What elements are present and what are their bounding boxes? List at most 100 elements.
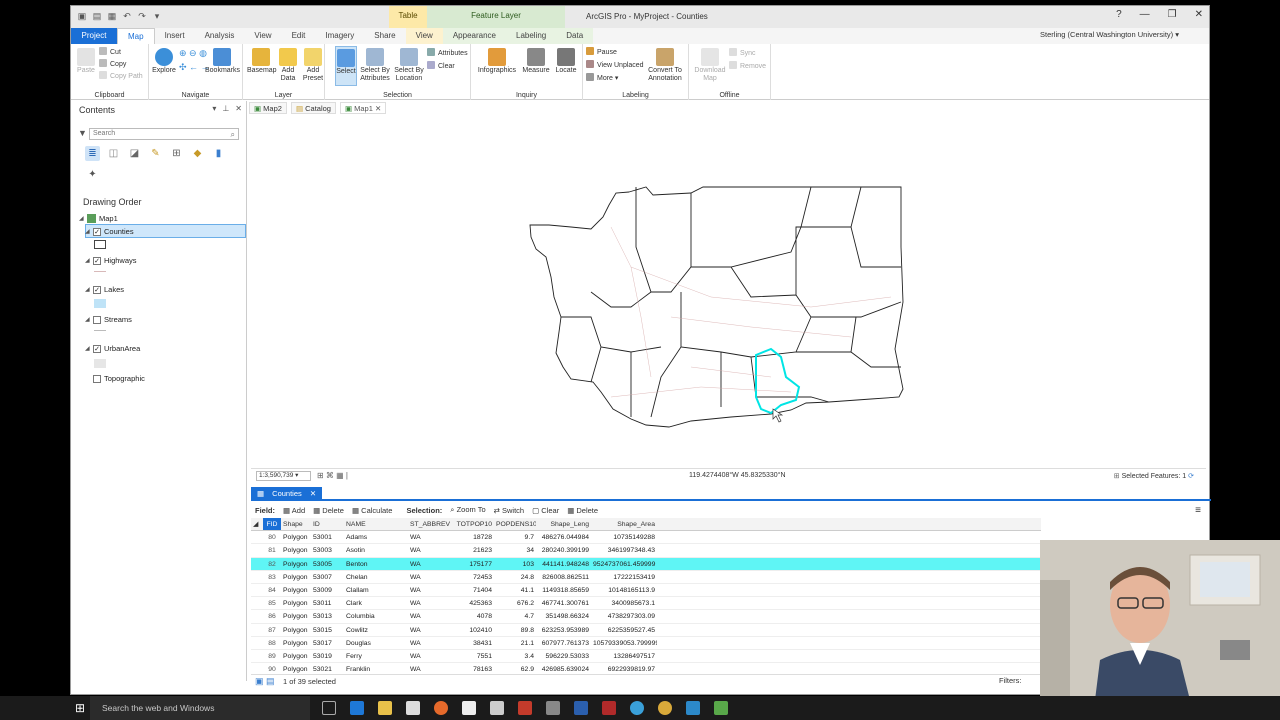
row-selector[interactable]: [251, 597, 263, 609]
search-icon[interactable]: ⌕: [231, 130, 235, 140]
close-button[interactable]: ✕: [1195, 9, 1203, 20]
taskbar-search-input[interactable]: Search the web and Windows: [90, 696, 310, 720]
more-labeling-button[interactable]: More ▾: [586, 73, 618, 82]
table-row[interactable]: 81 Polygon 53003 Asotin WA 21623 34 280240.3991…: [251, 544, 1041, 558]
snapping-view-icon[interactable]: ⊞: [169, 146, 184, 161]
table-cell[interactable]: WA: [408, 531, 452, 543]
signed-in-user[interactable]: Sterling (Central Washington University)…: [1040, 30, 1179, 39]
table-cell[interactable]: 21623: [452, 544, 494, 556]
line-symbol-icon[interactable]: [94, 271, 106, 272]
table-cell[interactable]: Columbia: [344, 610, 408, 622]
column-header[interactable]: TOTPOP10: [452, 518, 494, 530]
table-view-icons[interactable]: ▣ ▤: [255, 675, 275, 688]
table-cell[interactable]: Ferry: [344, 650, 408, 662]
table-cell[interactable]: WA: [408, 610, 452, 622]
table-row[interactable]: 82 Polygon 53005 Benton WA 175177 103 441141.94…: [251, 557, 1041, 571]
layer-streams[interactable]: ◢ Streams: [85, 315, 132, 324]
pane-close-icon[interactable]: ✕: [235, 104, 242, 113]
column-header[interactable]: Shape_Leng: [536, 518, 591, 530]
row-selector[interactable]: [251, 610, 263, 622]
table-cell[interactable]: WA: [408, 650, 452, 662]
collapse-icon[interactable]: ◢: [85, 228, 93, 235]
table-cell[interactable]: 3461997348.43: [591, 544, 657, 556]
table-cell[interactable]: 623253.953989: [536, 624, 591, 636]
save-icon[interactable]: ▦: [107, 11, 117, 21]
column-header[interactable]: ID: [311, 518, 344, 530]
task-view-icon[interactable]: [322, 701, 336, 715]
tab-edit[interactable]: Edit: [282, 28, 316, 44]
scale-selector[interactable]: 1:3,590,739 ▾: [256, 471, 311, 481]
copy-path-button[interactable]: Copy Path: [99, 71, 143, 80]
table-cell[interactable]: WA: [408, 637, 452, 649]
calculate-field-button[interactable]: ▦ Calculate: [352, 506, 392, 515]
select-by-location-button[interactable]: Select By Location: [393, 48, 425, 83]
lake-symbol-icon[interactable]: [94, 299, 106, 308]
table-filters[interactable]: Filters:: [999, 676, 1022, 685]
table-cell[interactable]: 53005: [311, 558, 344, 570]
table-cell[interactable]: 3400985673.1: [591, 597, 657, 609]
tab-map[interactable]: Map: [117, 28, 155, 44]
table-cell[interactable]: 426985.639024: [536, 663, 591, 673]
table-cell[interactable]: 676.2: [494, 597, 536, 609]
tab-appearance[interactable]: Appearance: [442, 28, 506, 44]
table-row[interactable]: 80 Polygon 53001 Adams WA 18728 9.7 486276.0449…: [251, 531, 1041, 545]
row-selector[interactable]: [251, 571, 263, 583]
sync-button[interactable]: Sync: [729, 48, 756, 57]
polygon-symbol-icon[interactable]: [94, 240, 106, 249]
locate-button[interactable]: Locate: [553, 48, 579, 75]
tab-catalog[interactable]: ▤ Catalog: [290, 102, 336, 114]
attribute-table[interactable]: ◢ FID Shape ID NAME ST_ABBREV TOTPOP10 P…: [251, 518, 1041, 673]
table-cell[interactable]: 280240.399199: [536, 544, 591, 556]
tab-project[interactable]: Project: [71, 28, 117, 44]
table-cell[interactable]: Adams: [344, 531, 408, 543]
screen-recorder-icon[interactable]: [686, 701, 700, 715]
table-cell[interactable]: 53011: [311, 597, 344, 609]
table-cell[interactable]: Polygon: [281, 610, 311, 622]
copy-button[interactable]: Copy: [99, 59, 126, 68]
table-cell[interactable]: 53013: [311, 610, 344, 622]
table-cell[interactable]: Franklin: [344, 663, 408, 673]
view-unplaced-button[interactable]: View Unplaced: [586, 60, 644, 69]
table-row[interactable]: 85 Polygon 53011 Clark WA 425363 676.2 467741.3…: [251, 597, 1041, 611]
row-selector[interactable]: [251, 544, 263, 556]
layer-highways[interactable]: ◢ ✓ Highways: [85, 256, 137, 265]
row-selector[interactable]: [251, 558, 263, 570]
delete-selected-button[interactable]: ▦ Delete: [567, 506, 598, 515]
table-cell[interactable]: 4.7: [494, 610, 536, 622]
collapse-icon[interactable]: ◢: [85, 345, 93, 352]
table-cell[interactable]: 1149318.85659: [536, 584, 591, 596]
attributes-button[interactable]: Attributes: [427, 48, 468, 57]
store-icon[interactable]: [406, 701, 420, 715]
table-cell[interactable]: 87: [263, 624, 281, 636]
visibility-checkbox[interactable]: ✓: [93, 256, 101, 265]
table-cell[interactable]: WA: [408, 544, 452, 556]
table-cell[interactable]: 6225359527.45: [591, 624, 657, 636]
table-cell[interactable]: Asotin: [344, 544, 408, 556]
visibility-checkbox[interactable]: [93, 315, 101, 324]
switch-selection-button[interactable]: ⇄ Switch: [494, 506, 524, 515]
tab-labeling[interactable]: Labeling: [506, 28, 557, 44]
table-row[interactable]: 86 Polygon 53013 Columbia WA 4078 4.7 351498.66…: [251, 610, 1041, 624]
table-cell[interactable]: 441141.948248: [536, 558, 591, 570]
table-cell[interactable]: 88: [263, 637, 281, 649]
table-cell[interactable]: 596229.53033: [536, 650, 591, 662]
collapse-icon[interactable]: ◢: [85, 257, 93, 264]
tab-imagery[interactable]: Imagery: [315, 28, 364, 44]
charts-view-icon[interactable]: ▮: [211, 146, 226, 161]
column-header[interactable]: NAME: [344, 518, 408, 530]
column-header[interactable]: FID: [263, 518, 281, 531]
row-selector[interactable]: [251, 663, 263, 673]
word-icon[interactable]: [574, 701, 588, 715]
zoom-to-button[interactable]: ⌕ Zoom To: [450, 505, 485, 515]
help-button[interactable]: ?: [1116, 9, 1122, 20]
table-cell[interactable]: 9524737061.459999: [591, 558, 657, 570]
table-cell[interactable]: 86: [263, 610, 281, 622]
select-by-attributes-button[interactable]: Select By Attributes: [359, 48, 391, 83]
table-cell[interactable]: 6922939819.97: [591, 663, 657, 673]
table-cell[interactable]: 41.1: [494, 584, 536, 596]
table-cell[interactable]: 38431: [452, 637, 494, 649]
table-cell[interactable]: 10735149288: [591, 531, 657, 543]
collapse-icon[interactable]: ◢: [85, 316, 93, 323]
table-cell[interactable]: 72453: [452, 571, 494, 583]
table-cell[interactable]: 82: [263, 558, 281, 570]
